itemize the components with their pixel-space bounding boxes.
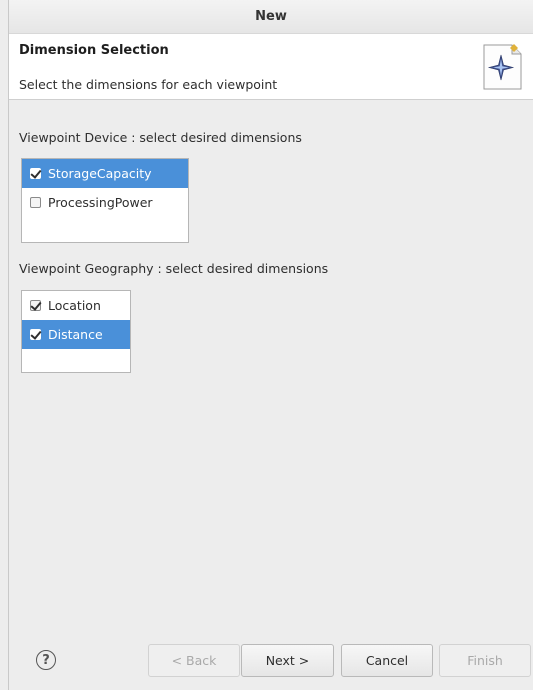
wizard-header: Dimension Selection Select the dimension… [9,34,533,100]
checkbox-checked[interactable] [30,329,41,340]
back-button[interactable]: < Back [148,644,240,677]
list-item-label: Location [48,298,101,313]
device-dimensions-list[interactable]: StorageCapacity ProcessingPower [21,158,189,243]
help-icon[interactable]: ? [36,650,56,670]
list-item-location[interactable]: Location [22,291,130,320]
list-item-processingpower[interactable]: ProcessingPower [22,188,188,217]
page-title: Dimension Selection [19,43,169,58]
checkbox-checked[interactable] [30,300,41,311]
window-title: New [255,9,287,24]
list-item-label: ProcessingPower [48,195,153,210]
device-section-label: Viewpoint Device : select desired dimens… [19,130,302,145]
list-item-distance[interactable]: Distance [22,320,130,349]
checkbox-checked[interactable] [30,168,41,179]
finish-button[interactable]: Finish [439,644,531,677]
page-description: Select the dimensions for each viewpoint [19,77,278,92]
geography-dimensions-list[interactable]: Location Distance [21,290,131,373]
cancel-button[interactable]: Cancel [341,644,433,677]
next-button[interactable]: Next > [241,644,334,677]
wizard-footer: ? < Back Next > Cancel Finish [9,640,533,690]
wizard-diamond-icon [483,44,522,90]
list-item-storagecapacity[interactable]: StorageCapacity [22,159,188,188]
list-item-label: Distance [48,327,103,342]
geography-section-label: Viewpoint Geography : select desired dim… [19,261,329,276]
checkbox-unchecked[interactable] [30,197,41,208]
list-item-label: StorageCapacity [48,166,152,181]
title-bar: New [9,0,533,34]
wizard-window: New Dimension Selection Select the dimen… [8,0,533,690]
